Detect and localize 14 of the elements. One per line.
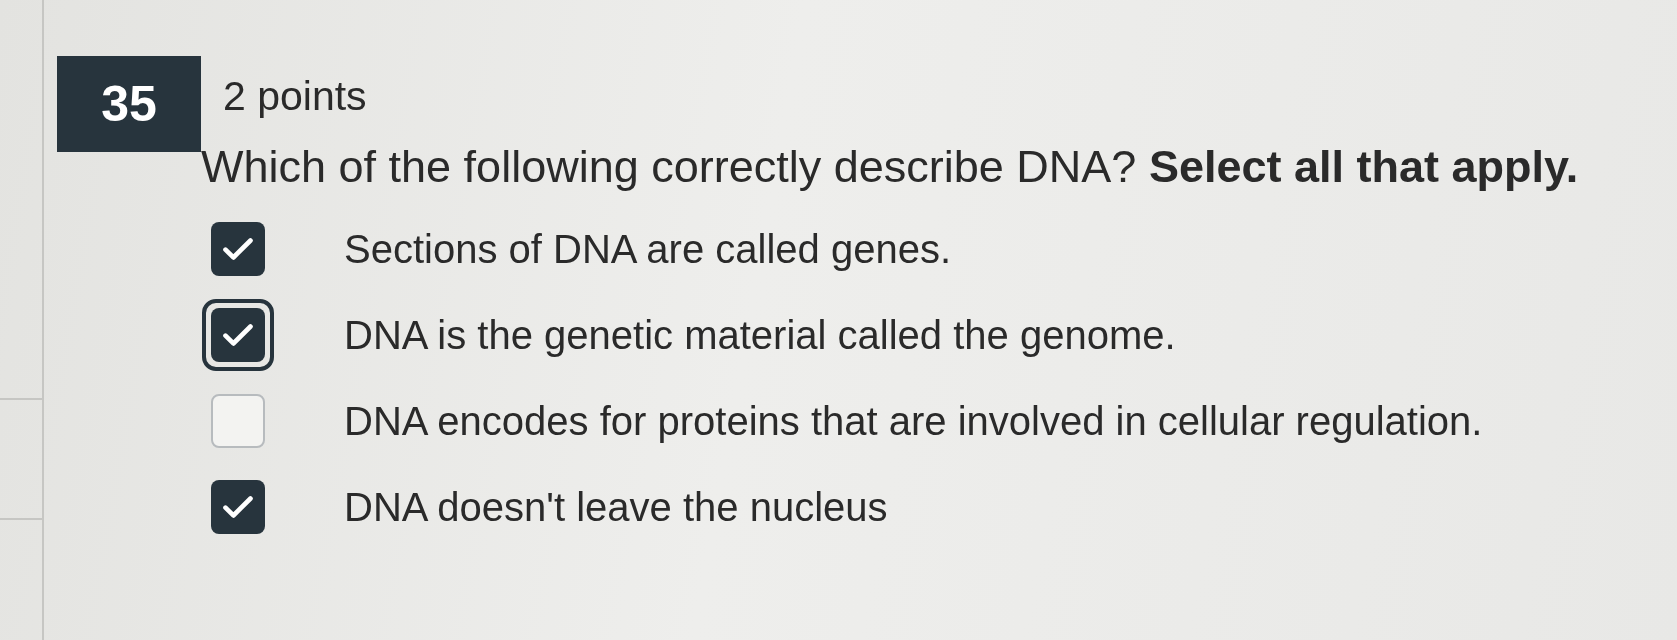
checkmark-icon — [223, 496, 253, 518]
option-label[interactable]: DNA doesn't leave the nucleus — [344, 483, 888, 531]
checkbox[interactable] — [202, 299, 274, 371]
checkbox[interactable] — [211, 222, 265, 276]
option-label[interactable]: DNA is the genetic material called the genome. — [344, 311, 1176, 359]
checkmark-icon — [223, 324, 253, 346]
option-label[interactable]: Sections of DNA are called genes. — [344, 225, 951, 273]
checkmark-icon — [223, 238, 253, 260]
question-text: Which of the following correctly describe DNA? Select all that apply. — [201, 140, 1579, 194]
points-label: 2 points — [223, 72, 367, 120]
checkbox[interactable] — [211, 480, 265, 534]
question-number: 35 — [57, 56, 201, 152]
checkbox[interactable] — [211, 394, 265, 448]
option-label[interactable]: DNA encodes for proteins that are involved in cellular regulation. — [344, 397, 1483, 445]
